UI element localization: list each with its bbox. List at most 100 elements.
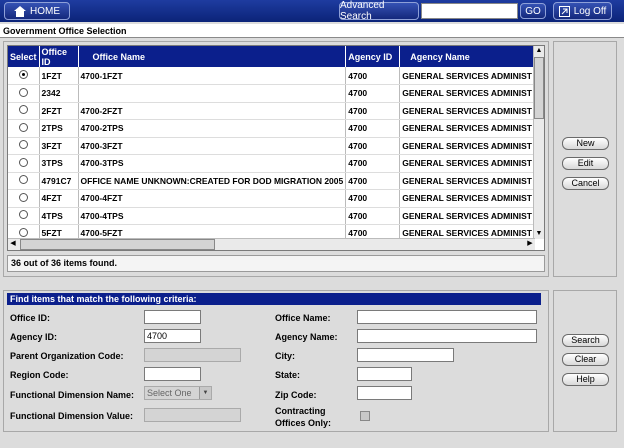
agency-id-cell: 4700 xyxy=(345,154,401,173)
office-id-cell: 2342 xyxy=(39,84,79,103)
agency-id-field[interactable]: 4700 xyxy=(144,329,201,343)
office-id-field[interactable] xyxy=(144,310,201,324)
office-name-cell: 4700-4TPS xyxy=(78,207,347,225)
office-name-cell: 4700-3TPS xyxy=(78,154,347,173)
column-header-select[interactable]: Select xyxy=(8,46,40,67)
city-field[interactable] xyxy=(357,348,454,362)
zip-code-field[interactable] xyxy=(357,386,412,400)
table-row[interactable]: 4791C7 OFFICE NAME UNKNOWN:CREATED FOR D… xyxy=(8,172,535,190)
agency-name-cell: GENERAL SERVICES ADMINIST xyxy=(399,207,535,225)
vertical-scroll-thumb[interactable] xyxy=(534,57,544,119)
column-header-agency-name[interactable]: Agency Name xyxy=(399,46,535,67)
office-name-cell: 4700-2FZT xyxy=(78,102,347,120)
agency-name-cell: GENERAL SERVICES ADMINIST xyxy=(399,189,535,208)
agency-name-label: Agency Name: xyxy=(275,332,338,342)
scroll-left-arrow-icon[interactable]: ◀ xyxy=(8,239,18,249)
horizontal-scroll-thumb[interactable] xyxy=(20,239,215,250)
functional-dimension-name-label: Functional Dimension Name: xyxy=(10,390,135,400)
select-radio[interactable] xyxy=(19,87,28,97)
column-header-agency-id[interactable]: Agency ID xyxy=(345,46,401,67)
parent-org-code-field xyxy=(144,348,241,362)
functional-dimension-name-value: Select One xyxy=(147,388,192,398)
select-radio[interactable] xyxy=(19,175,28,185)
page-title: Government Office Selection xyxy=(0,24,624,38)
zip-code-label: Zip Code: xyxy=(275,390,317,400)
contracting-offices-label-line2: Offices Only: xyxy=(275,418,332,428)
select-radio[interactable] xyxy=(19,227,28,237)
region-code-label: Region Code: xyxy=(10,370,69,380)
home-label: HOME xyxy=(30,5,60,17)
agency-id-cell: 4700 xyxy=(345,172,401,190)
select-radio[interactable] xyxy=(19,157,28,167)
home-button[interactable]: HOME xyxy=(4,2,70,20)
contracting-offices-only-checkbox[interactable] xyxy=(360,411,370,421)
select-radio[interactable] xyxy=(19,105,28,115)
table-row[interactable]: 4TPS 4700-4TPS 4700 GENERAL SERVICES ADM… xyxy=(8,207,535,225)
office-name-label: Office Name: xyxy=(275,313,331,323)
vertical-scrollbar[interactable]: ▲ ▼ xyxy=(533,46,544,239)
select-radio[interactable] xyxy=(19,122,28,132)
agency-id-cell: 4700 xyxy=(345,137,401,155)
office-name-cell: 4700-4FZT xyxy=(78,189,347,208)
state-field[interactable] xyxy=(357,367,412,381)
cancel-button[interactable]: Cancel xyxy=(562,177,609,190)
agency-id-cell: 4700 xyxy=(345,119,401,138)
select-radio[interactable] xyxy=(19,192,28,202)
result-count: 36 out of 36 items found. xyxy=(7,255,545,272)
office-name-cell: OFFICE NAME UNKNOWN:CREATED FOR DOD MIGR… xyxy=(78,172,347,190)
agency-name-cell: GENERAL SERVICES ADMINIST xyxy=(399,137,535,155)
office-name-cell: 4700-3FZT xyxy=(78,137,347,155)
table-row[interactable]: 1FZT 4700-1FZT 4700 GENERAL SERVICES ADM… xyxy=(8,67,535,85)
scroll-right-arrow-icon[interactable]: ▶ xyxy=(525,239,535,249)
table-row[interactable]: 2TPS 4700-2TPS 4700 GENERAL SERVICES ADM… xyxy=(8,119,535,138)
criteria-heading: Find items that match the following crit… xyxy=(7,293,541,305)
functional-dimension-name-select: Select One ▼ xyxy=(144,386,212,400)
agency-name-cell: GENERAL SERVICES ADMINIST xyxy=(399,102,535,120)
office-name-cell: 4700-2TPS xyxy=(78,119,347,138)
go-button[interactable]: GO xyxy=(520,3,546,19)
table-row[interactable]: 3TPS 4700-3TPS 4700 GENERAL SERVICES ADM… xyxy=(8,154,535,173)
state-label: State: xyxy=(275,370,301,380)
advanced-search-button[interactable]: Advanced Search xyxy=(339,0,419,22)
select-radio[interactable] xyxy=(19,140,28,150)
column-header-office-id[interactable]: Office ID xyxy=(39,46,79,67)
horizontal-scrollbar[interactable]: ◀ ▶ xyxy=(8,238,535,250)
scroll-up-arrow-icon[interactable]: ▲ xyxy=(534,46,544,56)
search-button[interactable]: Search xyxy=(562,334,609,347)
table-row[interactable]: 2FZT 4700-2FZT 4700 GENERAL SERVICES ADM… xyxy=(8,102,535,120)
agency-name-field[interactable] xyxy=(357,329,537,343)
new-button[interactable]: New xyxy=(562,137,609,150)
column-header-office-name[interactable]: Office Name xyxy=(78,46,347,67)
select-radio[interactable] xyxy=(19,210,28,220)
help-button[interactable]: Help xyxy=(562,373,609,386)
top-nav-bar: HOME Advanced Search GO Log Off xyxy=(0,0,624,22)
table-row[interactable]: 3FZT 4700-3FZT 4700 GENERAL SERVICES ADM… xyxy=(8,137,535,155)
agency-name-cell: GENERAL SERVICES ADMINIST xyxy=(399,119,535,138)
agency-name-cell: GENERAL SERVICES ADMINIST xyxy=(399,172,535,190)
table-header-row: Select Office ID Office Name Agency ID A… xyxy=(8,46,535,67)
edit-button[interactable]: Edit xyxy=(562,157,609,170)
office-id-cell: 4FZT xyxy=(39,189,79,208)
functional-dimension-value-field xyxy=(144,408,241,422)
office-id-cell: 4TPS xyxy=(39,207,79,225)
parent-org-code-label: Parent Organization Code: xyxy=(10,351,124,361)
logoff-button[interactable]: Log Off xyxy=(553,2,612,20)
city-label: City: xyxy=(275,351,295,361)
select-radio[interactable] xyxy=(19,70,28,79)
contracting-offices-label-line1: Contracting xyxy=(275,406,326,416)
search-input[interactable] xyxy=(421,3,518,19)
region-code-field[interactable] xyxy=(144,367,201,381)
clear-button[interactable]: Clear xyxy=(562,353,609,366)
agency-id-label: Agency ID: xyxy=(10,332,58,342)
scroll-down-arrow-icon[interactable]: ▼ xyxy=(534,229,544,239)
agency-id-cell: 4700 xyxy=(345,84,401,103)
office-table: Select Office ID Office Name Agency ID A… xyxy=(8,46,535,243)
office-id-label: Office ID: xyxy=(10,313,51,323)
home-icon xyxy=(14,5,26,17)
agency-id-cell: 4700 xyxy=(345,189,401,208)
office-name-field[interactable] xyxy=(357,310,537,324)
table-row[interactable]: 4FZT 4700-4FZT 4700 GENERAL SERVICES ADM… xyxy=(8,189,535,208)
agency-name-cell: GENERAL SERVICES ADMINIST xyxy=(399,67,535,85)
office-id-cell: 2FZT xyxy=(39,102,79,120)
table-row[interactable]: 2342 4700 GENERAL SERVICES ADMINIST xyxy=(8,84,535,103)
